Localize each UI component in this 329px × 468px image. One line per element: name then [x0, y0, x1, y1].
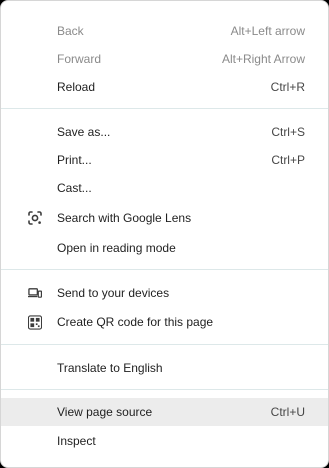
- menu-separator: [1, 269, 328, 270]
- menu-item-view-page-source[interactable]: View page source Ctrl+U: [1, 398, 328, 426]
- menu-item-translate-to-english[interactable]: Translate to English: [1, 354, 328, 382]
- menu-item-shortcut: Ctrl+R: [270, 80, 305, 94]
- menu-item-label: View page source: [57, 405, 153, 419]
- menu-separator: [1, 108, 328, 109]
- menu-separator: [1, 344, 328, 345]
- menu-item-label: Send to your devices: [57, 286, 170, 300]
- menu-item-label: Print...: [57, 153, 92, 167]
- menu-separator: [1, 389, 328, 390]
- menu-item-label: Translate to English: [57, 361, 163, 375]
- menu-item-shortcut: Ctrl+S: [271, 125, 305, 139]
- context-menu: Back Alt+Left arrow Forward Alt+Right Ar…: [0, 0, 329, 468]
- menu-item-shortcut: Alt+Right Arrow: [221, 52, 305, 66]
- devices-icon: [28, 286, 42, 300]
- menu-item-send-to-your-devices[interactable]: Send to your devices: [1, 279, 328, 307]
- menu-item-open-in-reading-mode[interactable]: Open in reading mode: [1, 234, 328, 262]
- menu-item-label: Create QR code for this page: [57, 315, 214, 329]
- qr-code-icon: [28, 314, 42, 330]
- menu-item-back[interactable]: Back Alt+Left arrow: [1, 17, 328, 45]
- menu-item-label: Open in reading mode: [57, 241, 176, 255]
- menu-item-print[interactable]: Print... Ctrl+P: [1, 146, 328, 174]
- menu-item-search-with-google-lens[interactable]: Search with Google Lens: [1, 204, 328, 232]
- menu-item-cast[interactable]: Cast...: [1, 174, 328, 202]
- menu-item-shortcut: Ctrl+P: [271, 153, 305, 167]
- menu-item-label: Forward: [57, 52, 102, 66]
- menu-item-shortcut: Alt+Left arrow: [230, 24, 305, 38]
- menu-item-label: Reload: [57, 80, 96, 94]
- menu-item-label: Save as...: [57, 125, 111, 139]
- menu-item-label: Back: [57, 24, 84, 38]
- menu-item-reload[interactable]: Reload Ctrl+R: [1, 73, 328, 101]
- google-lens-icon: [28, 211, 42, 225]
- menu-item-label: Cast...: [57, 181, 92, 195]
- menu-item-label: Inspect: [57, 434, 96, 448]
- menu-item-create-qr-code[interactable]: Create QR code for this page: [1, 308, 328, 336]
- menu-item-label: Search with Google Lens: [57, 211, 192, 225]
- menu-item-forward[interactable]: Forward Alt+Right Arrow: [1, 45, 328, 73]
- menu-item-shortcut: Ctrl+U: [270, 405, 305, 419]
- menu-item-inspect[interactable]: Inspect: [1, 427, 328, 455]
- menu-item-save-as[interactable]: Save as... Ctrl+S: [1, 118, 328, 146]
